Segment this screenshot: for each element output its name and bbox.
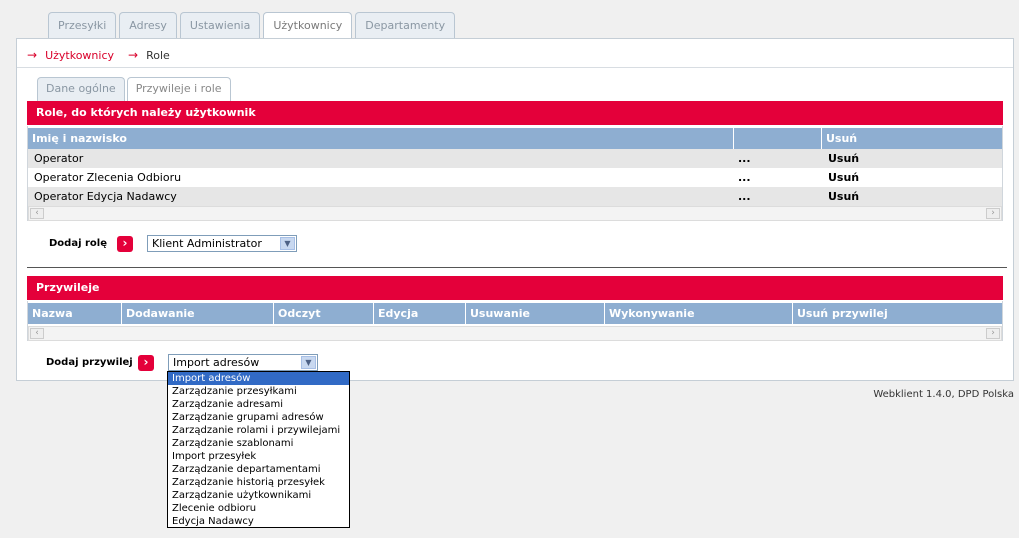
role-more-link[interactable]: ...: [734, 149, 822, 168]
column-header-add[interactable]: Dodawanie: [122, 303, 274, 324]
privilege-option[interactable]: Import adresów: [168, 372, 349, 385]
table-row: Operator ... Usuń: [28, 149, 1002, 168]
sub-tabs: Dane ogólne Przywileje i role: [37, 77, 231, 101]
scroll-left-icon[interactable]: ‹: [30, 208, 44, 219]
privilege-option[interactable]: Zarządzanie użytkownikami: [168, 489, 349, 502]
privilege-options-list[interactable]: Import adresów Zarządzanie przesyłkami Z…: [167, 371, 350, 528]
role-delete-link[interactable]: Usuń: [822, 168, 1002, 187]
chevron-right-icon: ›: [143, 354, 149, 369]
roles-horizontal-scrollbar[interactable]: ‹ ›: [28, 206, 1002, 221]
tab-uzytkownicy[interactable]: Użytkownicy: [263, 12, 353, 39]
privilege-option[interactable]: Zarządzanie historią przesyłek: [168, 476, 349, 489]
privileges-table: Nazwa Dodawanie Odczyt Edycja Usuwanie W…: [27, 301, 1003, 341]
privilege-option[interactable]: Import przesyłek: [168, 450, 349, 463]
tab-adresy[interactable]: Adresy: [119, 12, 177, 39]
privilege-option[interactable]: Zarządzanie grupami adresów: [168, 411, 349, 424]
column-header-name[interactable]: Nazwa: [28, 303, 122, 324]
add-role-button[interactable]: ›: [117, 235, 133, 252]
tab-ustawienia[interactable]: Ustawienia: [179, 12, 261, 39]
add-role-row: Dodaj rolę › Klient Administrator ▼: [49, 235, 297, 252]
main-panel: → Użytkownicy → Role Dane ogólne Przywil…: [16, 38, 1014, 381]
breadcrumb-link-users[interactable]: Użytkownicy: [45, 49, 114, 62]
role-more-link[interactable]: ...: [734, 168, 822, 187]
privilege-option[interactable]: Edycja Nadawcy: [168, 515, 349, 528]
role-name: Operator Edycja Nadawcy: [34, 190, 177, 203]
column-header-more: [734, 128, 822, 149]
arrow-right-icon: →: [128, 48, 139, 62]
column-header-read[interactable]: Odczyt: [274, 303, 374, 324]
privileges-section: Przywileje Nazwa Dodawanie Odczyt Edycja…: [27, 276, 1003, 341]
add-privilege-row: Dodaj przywilej › Import adresów ▼: [46, 354, 318, 371]
roles-section-title: Role, do których należy użytkownik: [27, 101, 1003, 126]
column-header-name[interactable]: Imię i nazwisko: [28, 128, 734, 149]
breadcrumb: → Użytkownicy → Role: [27, 47, 170, 63]
privilege-option[interactable]: Zarządzanie adresami: [168, 398, 349, 411]
arrow-right-icon: →: [27, 48, 38, 62]
tab-general-data[interactable]: Dane ogólne: [37, 77, 125, 101]
roles-table-header: Imię i nazwisko Usuń: [28, 126, 1002, 149]
privilege-option[interactable]: Zarządzanie szablonami: [168, 437, 349, 450]
role-delete-link[interactable]: Usuń: [822, 187, 1002, 206]
add-privilege-label: Dodaj przywilej: [46, 357, 133, 368]
chevron-down-icon[interactable]: ▼: [301, 356, 316, 369]
scroll-right-icon[interactable]: ›: [986, 328, 1000, 339]
role-name: Operator: [34, 152, 84, 165]
breadcrumb-current: Role: [146, 48, 170, 62]
add-role-label: Dodaj rolę: [49, 238, 107, 249]
privilege-option[interactable]: Zlecenie odbioru: [168, 502, 349, 515]
tab-przesylki[interactable]: Przesyłki: [48, 12, 117, 39]
scroll-left-icon[interactable]: ‹: [30, 328, 44, 339]
add-privilege-button[interactable]: ›: [138, 354, 154, 371]
column-header-remove-privilege[interactable]: Usuń przywilej: [793, 303, 1002, 324]
table-row: Operator Edycja Nadawcy ... Usuń: [28, 187, 1002, 206]
table-row: Operator Zlecenia Odbioru ... Usuń: [28, 168, 1002, 187]
privilege-option[interactable]: Zarządzanie rolami i przywilejami: [168, 424, 349, 437]
section-divider: [27, 267, 1007, 268]
column-header-execute[interactable]: Wykonywanie: [605, 303, 793, 324]
role-more-link[interactable]: ...: [734, 187, 822, 206]
privileges-horizontal-scrollbar[interactable]: ‹ ›: [28, 326, 1002, 341]
privilege-select[interactable]: Import adresów ▼: [168, 354, 318, 371]
chevron-down-icon[interactable]: ▼: [280, 237, 295, 250]
privilege-option[interactable]: Zarządzanie departamentami: [168, 463, 349, 476]
privilege-select-value: Import adresów: [173, 356, 260, 369]
role-select[interactable]: Klient Administrator ▼: [147, 235, 297, 252]
privilege-option[interactable]: Zarządzanie przesyłkami: [168, 385, 349, 398]
role-delete-link[interactable]: Usuń: [822, 149, 1002, 168]
column-header-delete: Usuń: [826, 132, 858, 145]
top-tabs: Przesyłki Adresy Ustawienia Użytkownicy …: [48, 12, 456, 39]
footer-version: Webklient 1.4.0, DPD Polska: [873, 389, 1014, 400]
roles-table: Imię i nazwisko Usuń Operator ... Usuń O…: [27, 126, 1003, 221]
role-select-value: Klient Administrator: [152, 237, 262, 250]
roles-section: Role, do których należy użytkownik Imię …: [27, 101, 1003, 221]
scroll-right-icon[interactable]: ›: [986, 208, 1000, 219]
chevron-right-icon: ›: [122, 235, 128, 250]
column-header-edit[interactable]: Edycja: [374, 303, 466, 324]
role-name: Operator Zlecenia Odbioru: [34, 171, 182, 184]
privileges-table-header: Nazwa Dodawanie Odczyt Edycja Usuwanie W…: [28, 301, 1002, 324]
column-header-delete[interactable]: Usuwanie: [466, 303, 605, 324]
tab-departamenty[interactable]: Departamenty: [355, 12, 456, 39]
tab-privileges-roles[interactable]: Przywileje i role: [126, 77, 231, 101]
breadcrumb-divider: [17, 67, 1013, 68]
privileges-section-title: Przywileje: [27, 276, 1003, 301]
